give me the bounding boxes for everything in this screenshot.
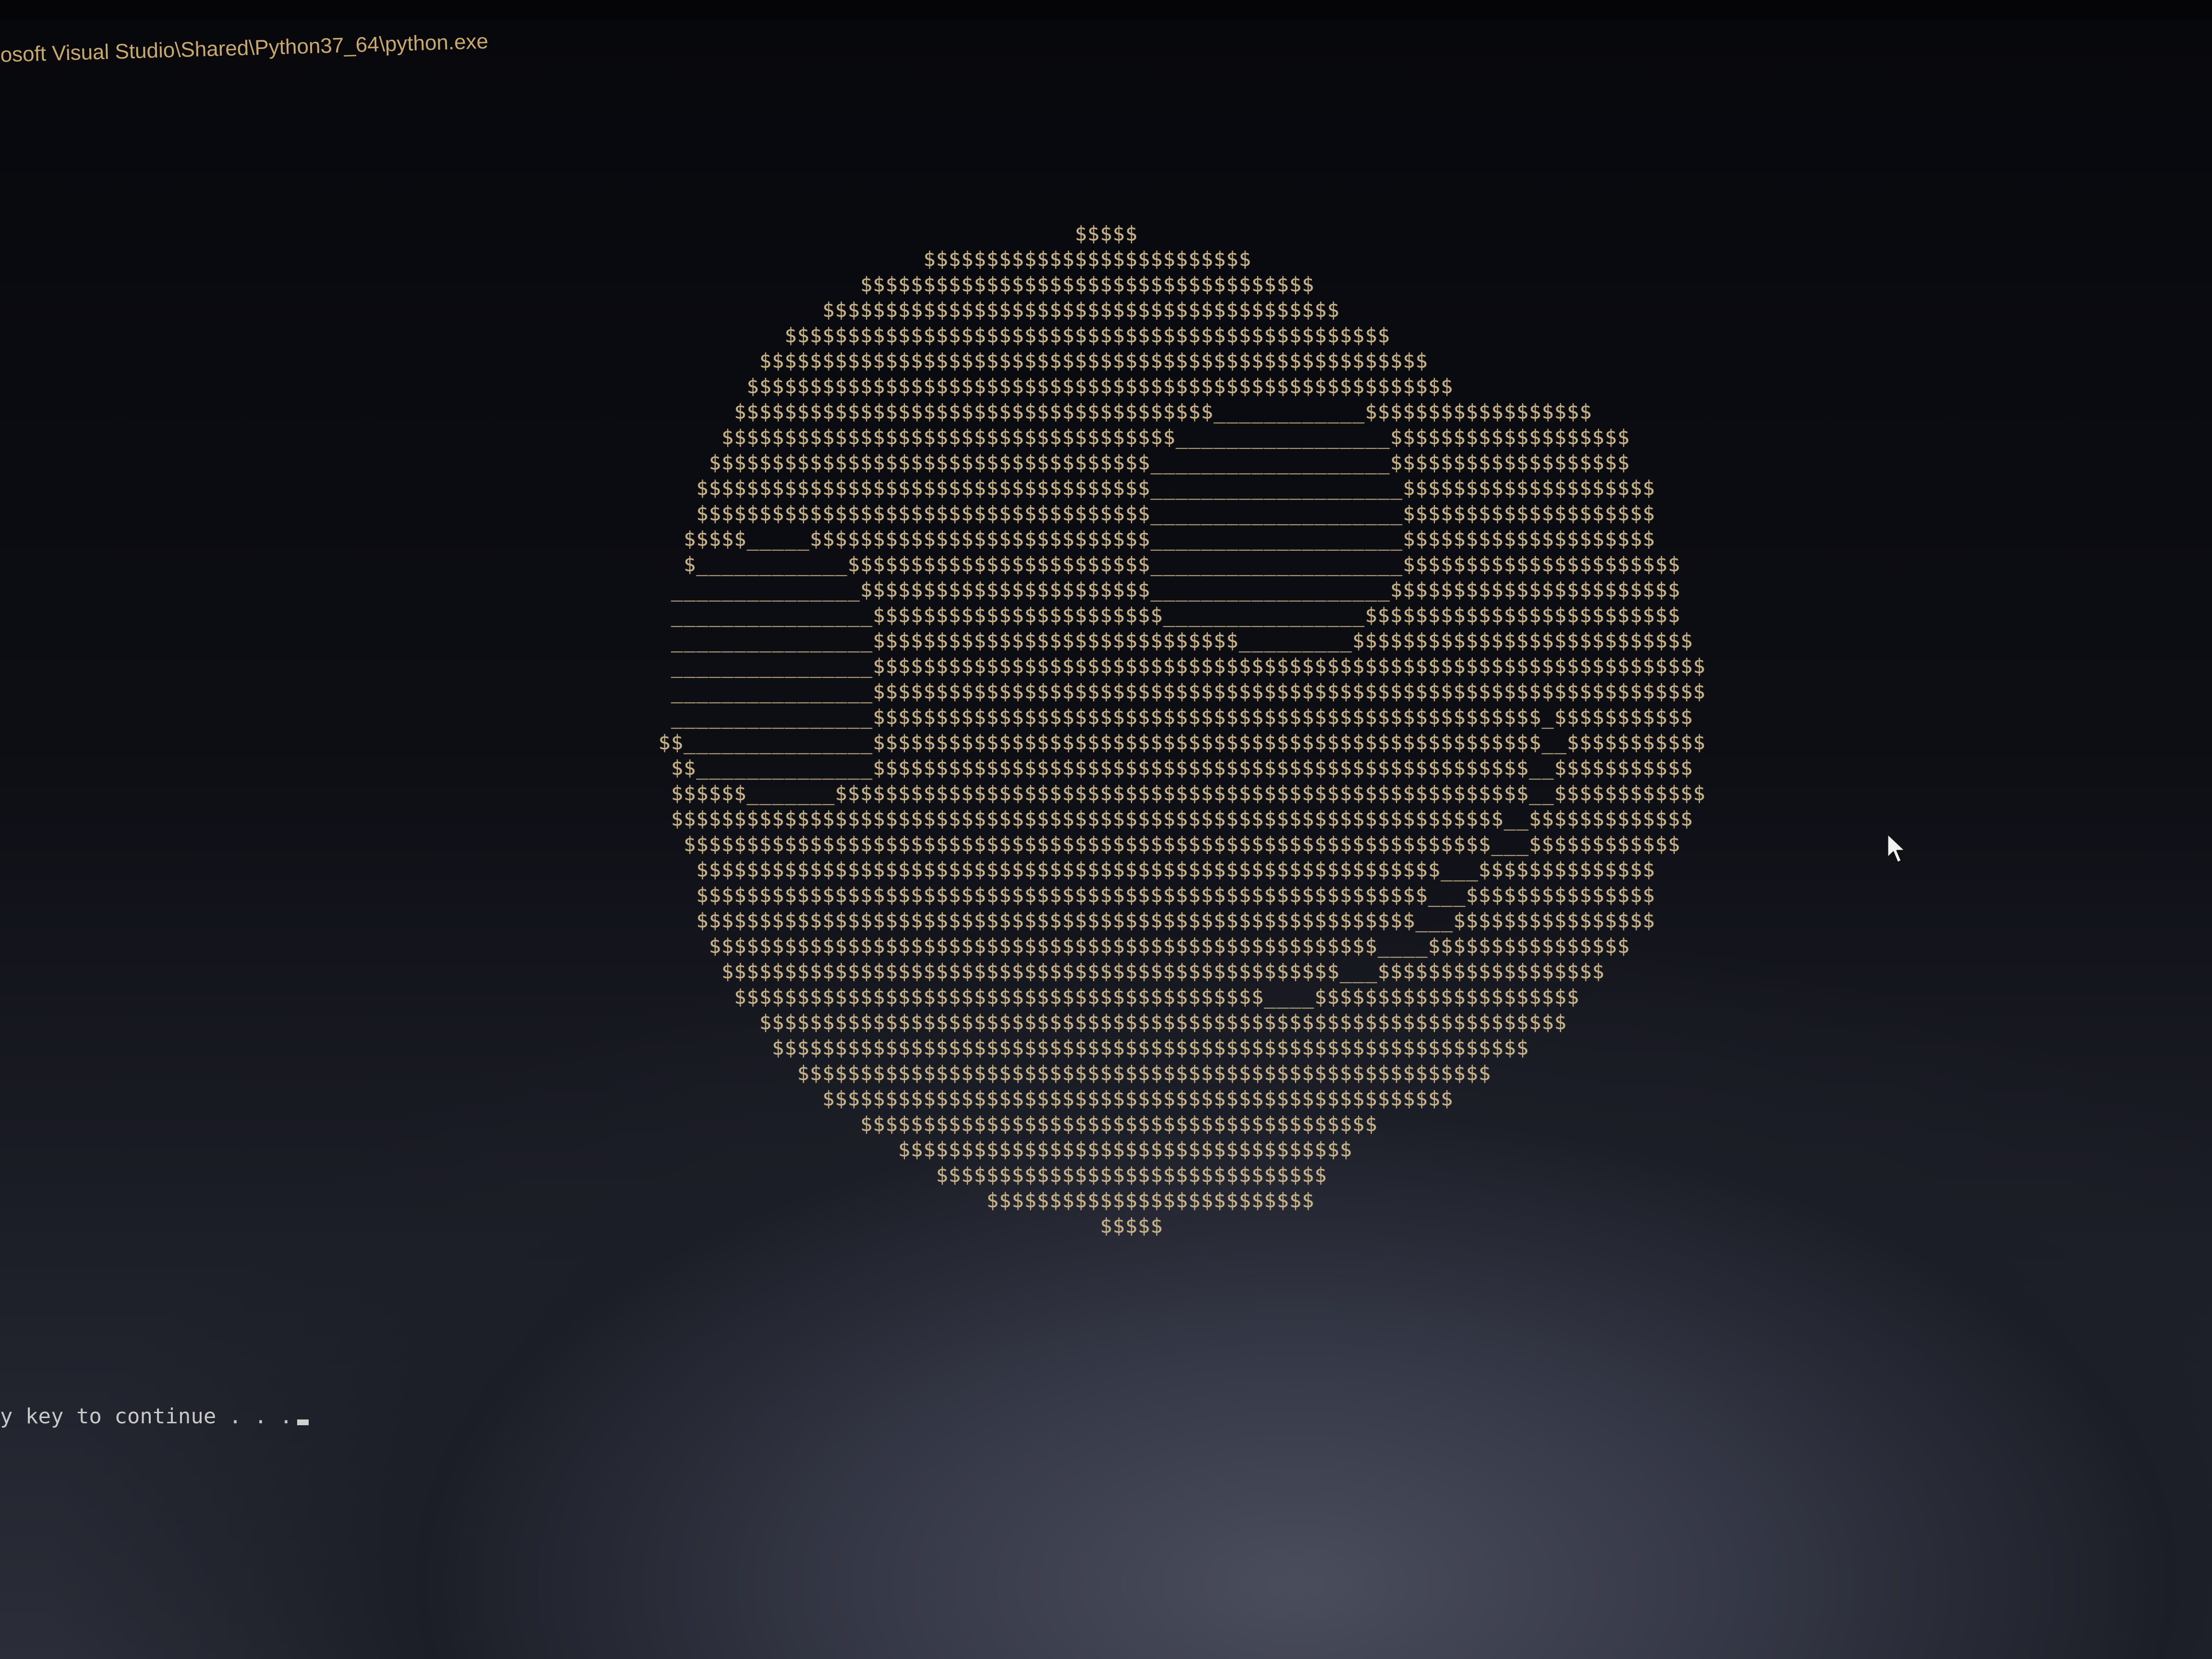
ascii-art-output: $$$$$ $$$$$$$$$$$$$$$$$$$$$$$$$$ $$$$$$$… — [658, 222, 1706, 1238]
continue-prompt-text: y key to continue . . . — [0, 1404, 293, 1429]
continue-prompt: y key to continue . . . — [0, 1404, 309, 1429]
mouse-pointer-icon — [1887, 833, 1906, 864]
console-output-area[interactable]: $$$$$ $$$$$$$$$$$$$$$$$$$$$$$$$$ $$$$$$$… — [0, 0, 2212, 1659]
text-cursor — [297, 1419, 309, 1425]
console-screen: osoft Visual Studio\Shared\Python37_64\p… — [0, 0, 2212, 1659]
